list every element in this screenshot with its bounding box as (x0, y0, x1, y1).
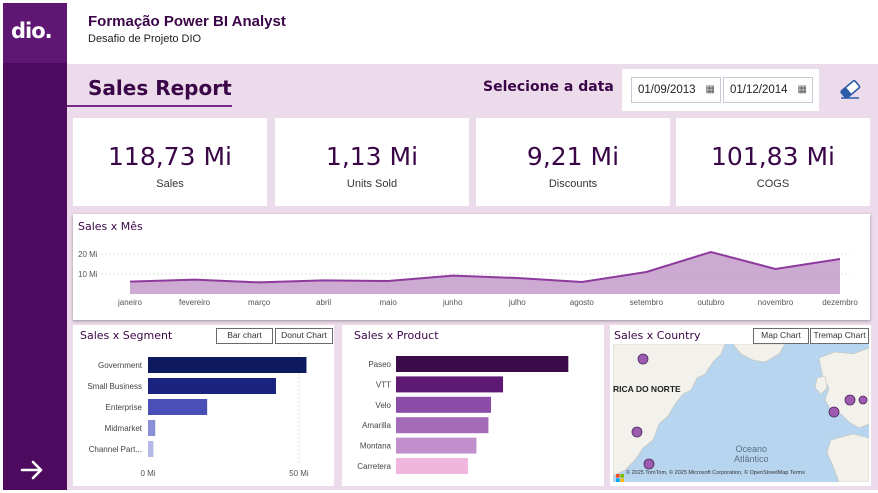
map-point[interactable] (858, 395, 868, 405)
x-tick-label: 50 Mi (289, 469, 309, 478)
left-rail: dio. (3, 3, 67, 490)
sales-by-product-chart: Paseo VTT Velo Amarilla Montana Carretera (357, 356, 569, 474)
bar (148, 357, 307, 373)
category-label: Carretera (357, 462, 391, 471)
date-filter-label: Selecione a data (483, 79, 614, 95)
sales-by-segment-panel: Sales x Segment Bar chart Donut Chart Go… (73, 325, 334, 486)
category-label: Velo (375, 401, 391, 410)
map-point[interactable] (643, 458, 655, 470)
bar (148, 420, 156, 436)
kpi-value: 118,73 Mi (108, 142, 232, 171)
kpi-value: 101,83 Mi (711, 142, 835, 171)
sales-by-month-chart: 10 Mi 20 Mi janeiro fevereiro março abril maio… (78, 250, 858, 307)
category-label: Small Business (87, 382, 142, 391)
calendar-icon[interactable]: ▦ (798, 84, 807, 95)
bar (396, 458, 469, 474)
end-date-input[interactable]: 01/12/2014 ▦ (723, 77, 813, 103)
calendar-icon[interactable]: ▦ (706, 84, 715, 95)
kpi-label: Discounts (548, 178, 598, 190)
kpi-card-sales: 118,73 Mi Sales (73, 118, 267, 206)
sales-by-segment-chart: Government Small Business Enterprise Midmar… (87, 353, 309, 478)
category-label: Paseo (368, 360, 391, 369)
course-title: Formação Power BI Analyst (88, 13, 286, 30)
kpi-card-discounts: 9,21 Mi Discounts (476, 118, 670, 206)
sales-by-product-panel: Sales x Product Paseo VTT Velo Amarilla Mont… (342, 325, 604, 486)
x-tick-label: janeiro (117, 298, 143, 307)
bar (396, 376, 504, 393)
page-title: Sales Report (88, 76, 232, 100)
map-point[interactable] (828, 406, 840, 418)
x-tick-label: agosto (570, 298, 595, 307)
kpi-card-cogs: 101,83 Mi COGS (676, 118, 870, 206)
x-tick-label: 0 Mi (140, 469, 155, 478)
y-tick-label: 20 Mi (78, 250, 98, 259)
x-tick-label: maio (380, 298, 398, 307)
logo-text: dio. (11, 19, 53, 43)
treemap-chart-toggle-button[interactable]: Tremap Chart (810, 328, 869, 344)
course-subtitle: Desafio de Projeto DIO (88, 33, 202, 45)
x-tick-label: fevereiro (179, 298, 211, 307)
report-canvas: dio. Formação Power BI Analyst Desafio d… (0, 0, 878, 493)
kpi-label: COGS (756, 178, 790, 190)
clear-filters-eraser-icon[interactable] (838, 78, 862, 100)
title-underline (67, 105, 232, 107)
start-date-value: 01/09/2013 (638, 84, 696, 96)
date-slicer: 01/09/2013 ▦ 01/12/2014 ▦ (622, 69, 819, 111)
kpi-label: Sales (156, 178, 184, 190)
category-label: Midmarket (105, 424, 143, 433)
kpi-value: 1,13 Mi (325, 142, 419, 171)
ocean-label-line-1: Oceano (735, 444, 768, 454)
x-tick-label: julho (508, 298, 526, 307)
x-tick-label: setembro (630, 298, 664, 307)
x-tick-label: outubro (697, 298, 725, 307)
bar (396, 396, 492, 413)
category-label: Channel Part... (89, 445, 142, 454)
bar (148, 378, 276, 394)
dio-logo: dio. (3, 3, 67, 63)
bar (148, 441, 154, 457)
kpi-value: 9,21 Mi (526, 142, 620, 171)
bar (396, 356, 569, 372)
category-label: Government (98, 361, 143, 370)
ocean-label-line-2: Atlântico (734, 454, 769, 464)
category-label: Amarilla (362, 421, 391, 430)
next-page-arrow-icon[interactable] (19, 457, 47, 485)
x-tick-label: dezembro (822, 298, 858, 307)
map-point[interactable] (844, 394, 856, 406)
kpi-card-units-sold: 1,13 Mi Units Sold (275, 118, 469, 206)
map-point[interactable] (631, 426, 643, 438)
end-date-value: 01/12/2014 (730, 84, 788, 96)
bar (396, 437, 477, 454)
map-chart-toggle-button[interactable]: Map Chart (753, 328, 809, 344)
category-label: Montana (360, 442, 392, 451)
chart-title: Sales x Country (614, 329, 701, 342)
y-tick-label: 10 Mi (78, 270, 98, 279)
map-ocean-label: Oceano Atlântico (734, 444, 769, 464)
category-label: VTT (376, 380, 391, 389)
kpi-label: Units Sold (346, 178, 398, 190)
x-tick-label: março (248, 298, 271, 307)
category-label: Enterprise (106, 403, 143, 412)
bar (396, 417, 489, 434)
sales-by-month-panel: Sales x Mês 10 Mi 20 Mi janeiro fevereiro ma… (73, 214, 870, 320)
map-region-label: RICA DO NORTE (613, 384, 681, 394)
x-tick-label: novembro (758, 298, 794, 307)
start-date-input[interactable]: 01/09/2013 ▦ (631, 77, 721, 103)
bar (148, 399, 208, 415)
map-point[interactable] (637, 353, 649, 365)
microsoft-logo-icon (616, 467, 624, 482)
x-tick-label: abril (316, 298, 331, 307)
map-attribution: © 2025 TomTom, © 2025 Microsoft Corporat… (626, 470, 805, 476)
x-tick-label: junho (442, 298, 463, 307)
